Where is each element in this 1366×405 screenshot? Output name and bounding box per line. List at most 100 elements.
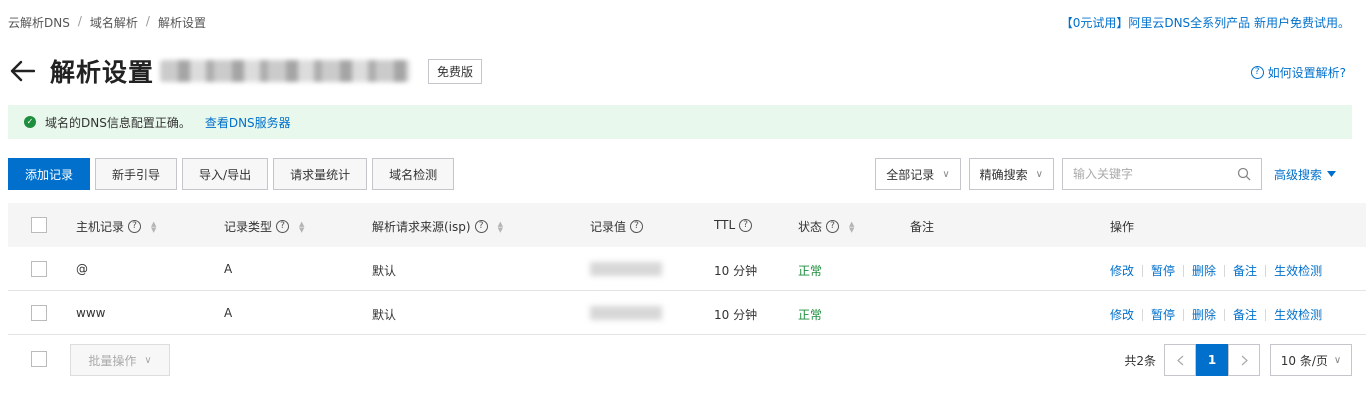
remark-link[interactable]: 备注 xyxy=(1233,262,1257,279)
help-link-label: 如何设置解析? xyxy=(1267,66,1346,80)
breadcrumb-item-dns[interactable]: 云解析DNS xyxy=(8,14,70,31)
page-size-value: 10 条/页 xyxy=(1280,353,1328,368)
help-icon[interactable]: ? xyxy=(128,220,142,233)
page-title: 解析设置 xyxy=(50,58,155,87)
col-host-label: 主机记录 xyxy=(76,220,125,234)
help-icon[interactable]: ? xyxy=(474,220,488,233)
sort-icon[interactable]: ▲ ▼ xyxy=(299,220,304,233)
prev-page-button[interactable] xyxy=(1164,344,1196,376)
pause-link[interactable]: 暂停 xyxy=(1151,306,1175,323)
next-page-button[interactable] xyxy=(1228,344,1260,376)
promo-link[interactable]: 【0元试用】阿里云DNS全系列产品 新用户免费试用。 xyxy=(1061,14,1350,31)
domain-check-button[interactable]: 域名检测 xyxy=(372,158,455,190)
delete-link[interactable]: 删除 xyxy=(1192,262,1216,279)
effect-check-link[interactable]: 生效检测 xyxy=(1274,262,1322,279)
help-icon[interactable]: ? xyxy=(739,218,753,232)
cell-host: @ xyxy=(76,262,88,276)
edition-badge: 免费版 xyxy=(428,58,483,84)
back-arrow-icon[interactable] xyxy=(8,57,36,85)
divider xyxy=(1183,264,1185,277)
toolbar: 添加记录 新手引导 导入/导出 请求量统计 域名检测 xyxy=(8,158,455,190)
sort-icon[interactable]: ▲ ▼ xyxy=(151,220,156,233)
sort-icon[interactable]: ▲ ▼ xyxy=(849,220,854,233)
col-isp: 解析请求来源(isp) ? ▲ ▼ xyxy=(372,218,503,235)
col-value-label: 记录值 xyxy=(590,220,627,234)
breadcrumb-item-current: 解析设置 xyxy=(157,16,206,30)
col-isp-label: 解析请求来源(isp) xyxy=(372,220,471,234)
request-stats-button[interactable]: 请求量统计 xyxy=(273,158,368,190)
divider xyxy=(1265,308,1267,321)
row-checkbox[interactable] xyxy=(31,261,47,277)
page-size-select[interactable]: 10 条/页 ∨ xyxy=(1270,344,1352,376)
edit-link[interactable]: 修改 xyxy=(1110,306,1134,323)
col-value: 记录值 ? xyxy=(590,218,644,235)
col-ttl: TTL ? xyxy=(714,218,753,232)
alert-text: 域名的DNS信息配置正确。 xyxy=(45,115,191,130)
divider xyxy=(1142,308,1144,321)
col-ttl-label: TTL xyxy=(714,218,736,232)
col-ops-label: 操作 xyxy=(1110,220,1135,234)
delete-link[interactable]: 删除 xyxy=(1192,306,1216,323)
page-button-current[interactable]: 1 xyxy=(1196,344,1228,376)
cell-status: 正常 xyxy=(798,308,823,322)
import-export-button[interactable]: 导入/导出 xyxy=(182,158,269,190)
guide-button[interactable]: 新手引导 xyxy=(95,158,178,190)
table-row: @ A 默认 10 分钟 正常 修改 暂停 删除 备注 生效检测 xyxy=(8,247,1366,291)
dns-status-alert: ✓ 域名的DNS信息配置正确。 查看DNS服务器 xyxy=(8,105,1352,139)
breadcrumb-separator: / xyxy=(77,14,82,28)
table-header: 主机记录 ? ▲ ▼ 记录类型 ? ▲ ▼ 解析请求来源(isp) ? ▲ ▼ 记录值… xyxy=(8,203,1366,247)
col-type-label: 记录类型 xyxy=(224,220,273,234)
select-all-checkbox[interactable] xyxy=(31,217,47,233)
edit-link[interactable]: 修改 xyxy=(1110,262,1134,279)
search-mode-select[interactable]: 精确搜索 ∨ xyxy=(968,158,1054,190)
breadcrumb: 云解析DNS / 域名解析 / 解析设置 xyxy=(8,14,206,31)
view-dns-servers-link[interactable]: 查看DNS服务器 xyxy=(205,114,291,131)
divider xyxy=(1224,264,1226,277)
batch-operation-label: 批量操作 xyxy=(88,353,137,368)
col-ops: 操作 xyxy=(1110,218,1134,235)
divider xyxy=(1224,308,1226,321)
search-box xyxy=(1061,158,1262,190)
help-link[interactable]: ? 如何设置解析? xyxy=(1250,64,1346,81)
title-row: 解析设置 免费版 xyxy=(8,54,483,88)
chevron-right-icon xyxy=(1241,355,1248,365)
pagination: 共2条 1 10 条/页 ∨ xyxy=(1124,344,1352,376)
batch-operation-select[interactable]: 批量操作 ∨ xyxy=(70,344,170,376)
search-icon[interactable] xyxy=(1237,167,1251,181)
cell-ttl: 10 分钟 xyxy=(714,264,758,278)
divider xyxy=(1183,308,1185,321)
cell-value-redacted xyxy=(590,262,662,276)
row-checkbox[interactable] xyxy=(31,305,47,321)
col-type: 记录类型 ? ▲ ▼ xyxy=(224,218,304,235)
help-icon[interactable]: ? xyxy=(630,220,644,233)
breadcrumb-item-domain-resolve[interactable]: 域名解析 xyxy=(90,14,138,31)
breadcrumb-separator: / xyxy=(145,14,150,28)
help-icon[interactable]: ? xyxy=(826,220,840,233)
advanced-search-toggle[interactable]: 高级搜索 xyxy=(1274,166,1336,183)
row-actions: 修改 暂停 删除 备注 生效检测 xyxy=(1110,262,1322,279)
table-row: www A 默认 10 分钟 正常 修改 暂停 删除 备注 生效检测 xyxy=(8,291,1366,335)
sort-icon[interactable]: ▲ ▼ xyxy=(498,220,503,233)
footer-select-all-checkbox[interactable] xyxy=(31,351,47,367)
chevron-down-icon: ∨ xyxy=(1333,354,1342,366)
cell-isp: 默认 xyxy=(372,308,397,322)
total-count: 共2条 xyxy=(1124,353,1156,368)
question-icon: ? xyxy=(1250,66,1264,79)
chevron-left-icon xyxy=(1176,355,1183,365)
row-actions: 修改 暂停 删除 备注 生效检测 xyxy=(1110,306,1322,323)
search-input[interactable] xyxy=(1072,167,1233,181)
chevron-down-icon: ∨ xyxy=(1035,168,1043,180)
cell-status: 正常 xyxy=(798,264,823,278)
help-icon[interactable]: ? xyxy=(276,220,290,233)
pause-link[interactable]: 暂停 xyxy=(1151,262,1175,279)
record-scope-select[interactable]: 全部记录 ∨ xyxy=(875,158,961,190)
remark-link[interactable]: 备注 xyxy=(1233,306,1257,323)
add-record-button[interactable]: 添加记录 xyxy=(8,158,91,190)
divider xyxy=(1265,264,1267,277)
domain-name-redacted xyxy=(160,60,411,82)
effect-check-link[interactable]: 生效检测 xyxy=(1274,306,1322,323)
table-footer: 批量操作 ∨ 共2条 1 10 条/页 ∨ xyxy=(8,336,1366,384)
check-circle-icon: ✓ xyxy=(24,116,36,128)
filter-tools: 全部记录 ∨ 精确搜索 ∨ 高级搜索 xyxy=(875,158,1336,190)
divider xyxy=(1142,264,1144,277)
